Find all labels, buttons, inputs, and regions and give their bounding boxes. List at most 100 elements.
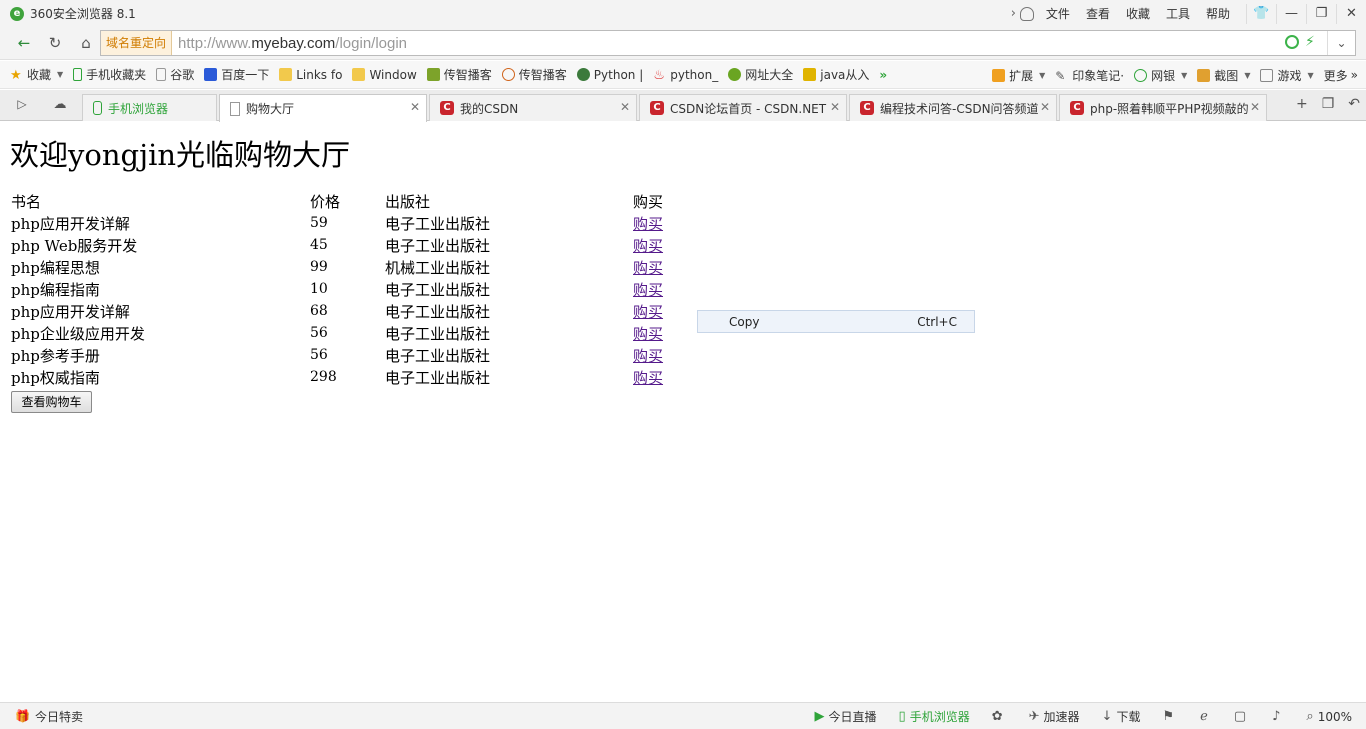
- bookmark-google[interactable]: 谷歌: [156, 66, 194, 83]
- menu-file[interactable]: 文件: [1046, 5, 1070, 22]
- view-cart-button[interactable]: 查看购物车: [11, 391, 92, 413]
- buy-link[interactable]: 购买: [633, 237, 663, 255]
- buy-link[interactable]: 购买: [633, 259, 663, 277]
- bookmark-baidu[interactable]: 百度一下: [204, 66, 269, 83]
- book-name: php参考手册: [11, 346, 100, 365]
- buy-link[interactable]: 购买: [633, 347, 663, 365]
- bookmark-java[interactable]: java从入: [803, 66, 869, 83]
- context-menu-copy[interactable]: Copy: [729, 315, 759, 329]
- screenshot-button[interactable]: 截图 ▼: [1197, 67, 1250, 84]
- menu-view[interactable]: 查看: [1086, 5, 1110, 22]
- csdn-icon: C: [860, 101, 874, 115]
- flag-icon[interactable]: ⚑: [1162, 709, 1178, 724]
- chevron-down-icon[interactable]: ⌄: [1327, 31, 1355, 55]
- menu-help[interactable]: 帮助: [1206, 5, 1230, 22]
- page-content: 欢迎yongjin光临购物大厅 书名 价格 出版社 购买 php应用开发详解 59…: [0, 122, 1366, 702]
- bookmark-itcast-2[interactable]: 传智播客: [501, 66, 567, 83]
- bookmark-mobile-favorites[interactable]: 手机收藏夹: [73, 66, 146, 83]
- undo-close-icon[interactable]: ↶: [1348, 96, 1360, 112]
- buy-link[interactable]: 购买: [633, 215, 663, 233]
- downloads[interactable]: ↓ 下载: [1102, 708, 1141, 725]
- speed-mode-icon[interactable]: ⚡: [1305, 35, 1319, 49]
- clean-icon[interactable]: ✿: [992, 709, 1007, 724]
- buy-cell: 购买: [630, 366, 666, 388]
- cloud-icon[interactable]: ☁: [46, 93, 74, 115]
- bookmark-itcast-1[interactable]: 传智播客: [426, 66, 492, 83]
- maximize-button[interactable]: ❐: [1306, 3, 1336, 24]
- book-price: 45: [310, 237, 328, 253]
- menu-favorites[interactable]: 收藏: [1126, 5, 1150, 22]
- close-tab-icon[interactable]: ✕: [1040, 100, 1050, 114]
- phone-icon: ▯: [898, 709, 906, 724]
- buy-cell: 购买: [630, 256, 666, 278]
- tab-mobile-browser[interactable]: 手机浏览器: [82, 94, 217, 121]
- table-row: php权威指南 298 电子工业出版社 购买: [8, 366, 666, 388]
- bookmark-python-2[interactable]: ♨ python_: [653, 68, 718, 84]
- buy-link[interactable]: 购买: [633, 303, 663, 321]
- menu-tools[interactable]: 工具: [1166, 5, 1190, 22]
- user-icon[interactable]: [1019, 6, 1034, 21]
- today-deals[interactable]: 🎁 今日特卖: [15, 708, 83, 725]
- evernote-icon: ✎: [1055, 68, 1066, 83]
- bookmark-url-directory[interactable]: 网址大全: [728, 66, 793, 83]
- yen-icon: [1134, 68, 1148, 82]
- tab-list-icon[interactable]: ❐: [1322, 96, 1335, 112]
- tab-php-video[interactable]: C php-照着韩顺平PHP视频敲的 ✕: [1059, 94, 1267, 121]
- buy-cell: 购买: [630, 234, 666, 256]
- mobile-browser-status[interactable]: ▯ 手机浏览器: [899, 708, 970, 725]
- address-bar: ← ↻ ⌂ 域名重定向 http://www.myebay.com/login/…: [0, 27, 1366, 60]
- games-button[interactable]: 游戏 ▼: [1260, 67, 1314, 84]
- scissors-icon: [1197, 68, 1211, 82]
- new-tab-icon[interactable]: +: [1296, 96, 1308, 112]
- close-button[interactable]: ✕: [1336, 3, 1366, 24]
- header-publisher: 出版社: [385, 192, 431, 211]
- chevron-right-icon[interactable]: ›: [1011, 6, 1016, 21]
- tab-my-csdn[interactable]: C 我的CSDN ✕: [429, 94, 637, 121]
- gamepad-icon: [1260, 68, 1274, 82]
- tab-csdn-qa[interactable]: C 编程技术问答-CSDN问答频道 ✕: [849, 94, 1057, 121]
- sidebar-toggle-icon[interactable]: ▷: [8, 93, 36, 115]
- online-banking-button[interactable]: 网银 ▼: [1134, 67, 1187, 84]
- buy-cell: 购买: [630, 300, 666, 322]
- buy-link[interactable]: 购买: [633, 281, 663, 299]
- security-icon[interactable]: [1285, 35, 1299, 49]
- bookmark-python[interactable]: Python |: [576, 68, 643, 82]
- plus-circle-icon: [728, 68, 742, 81]
- evernote-button[interactable]: ✎ 印象笔记·: [1055, 67, 1124, 84]
- bookmarks-extensions: 扩展 ▼ ✎ 印象笔记· 网银 ▼ 截图 ▼ 游戏 ▼ 更多»: [982, 61, 1358, 89]
- header-price: 价格: [310, 192, 341, 211]
- tab-csdn-forum[interactable]: C CSDN论坛首页 - CSDN.NET ✕: [639, 94, 847, 121]
- context-menu: Copy Ctrl+C: [697, 310, 975, 333]
- buy-link[interactable]: 购买: [633, 369, 663, 387]
- close-tab-icon[interactable]: ✕: [1250, 100, 1260, 114]
- status-right: ▶ 今日直播 ▯ 手机浏览器 ✿ ✈ 加速器 ↓ 下载 ⚑ ℯ ▢ ♪ ⌕ 100%: [793, 703, 1352, 729]
- speaker-icon[interactable]: ♪: [1272, 709, 1284, 724]
- bookmark-favorites[interactable]: ★ 收藏 ▼: [10, 66, 63, 83]
- bookmark-links[interactable]: Links fo: [279, 68, 342, 82]
- ie-icon[interactable]: ℯ: [1200, 709, 1212, 724]
- minimize-button[interactable]: —: [1276, 3, 1306, 24]
- zoom-level[interactable]: ⌕ 100%: [1306, 709, 1352, 724]
- home-icon[interactable]: ⌂: [72, 32, 100, 54]
- close-tab-icon[interactable]: ✕: [620, 100, 630, 114]
- back-arrow-icon[interactable]: ←: [10, 32, 38, 54]
- more-button[interactable]: 更多»: [1324, 67, 1358, 84]
- url-input[interactable]: 域名重定向 http://www.myebay.com/login/login …: [100, 30, 1356, 56]
- buy-link[interactable]: 购买: [633, 325, 663, 343]
- accelerator[interactable]: ✈ 加速器: [1029, 708, 1080, 725]
- skin-icon[interactable]: 👕: [1246, 3, 1276, 24]
- buy-cell: 购买: [630, 344, 666, 366]
- tab-shopping-hall[interactable]: 购物大厅 ✕: [219, 94, 427, 122]
- extensions-button[interactable]: 扩展 ▼: [992, 67, 1045, 84]
- close-tab-icon[interactable]: ✕: [410, 100, 420, 114]
- bookmark-window[interactable]: Window: [352, 68, 417, 82]
- redirect-badge[interactable]: 域名重定向: [101, 31, 173, 55]
- refresh-icon[interactable]: ↻: [41, 32, 69, 54]
- book-publisher: 电子工业出版社: [385, 280, 491, 299]
- today-live[interactable]: ▶ 今日直播: [815, 708, 877, 725]
- book-price: 298: [310, 369, 337, 385]
- bookmarks-more-icon[interactable]: »: [879, 68, 887, 82]
- url-text[interactable]: http://www.myebay.com/login/login: [178, 35, 407, 52]
- close-tab-icon[interactable]: ✕: [830, 100, 840, 114]
- window-icon[interactable]: ▢: [1234, 709, 1250, 724]
